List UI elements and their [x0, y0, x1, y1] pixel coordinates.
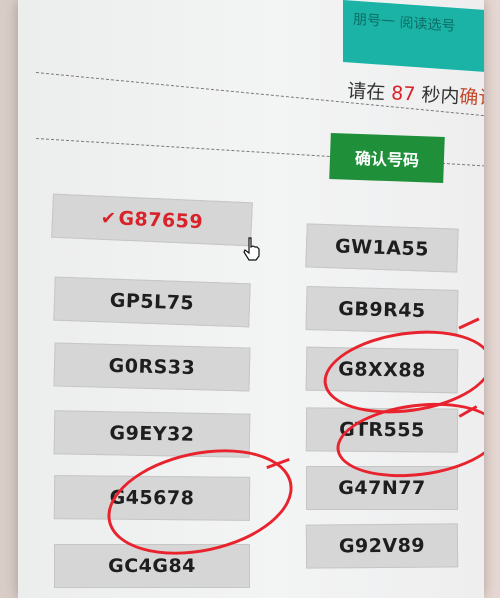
top-navigation-bar: 朋号一 阅读选号	[343, 0, 484, 74]
plate-option-label: G0RS33	[108, 354, 196, 380]
photo-background-right	[484, 0, 500, 598]
confirm-number-button[interactable]: 确认号码	[329, 133, 445, 183]
plate-option-gb9r45[interactable]: GB9R45	[305, 286, 459, 334]
plate-option-gw1a55[interactable]: GW1A55	[305, 223, 459, 273]
plate-option-label: G87659	[117, 207, 204, 234]
plate-option-g0rs33[interactable]: G0RS33	[53, 342, 251, 392]
plate-option-label: GC4G84	[108, 555, 196, 577]
plate-option-gp5l75[interactable]: GP5L75	[53, 276, 251, 328]
check-icon: ✔	[100, 207, 117, 229]
monitor-screen: 朋号一 阅读选号 请在 87 秒内确认号 确认号码 ✔ G87659 GP5L7…	[18, 0, 484, 598]
countdown-seconds: 87	[390, 82, 416, 106]
plate-option-label: GP5L75	[109, 289, 195, 315]
plate-option-label: GB9R45	[338, 297, 426, 323]
hand-pointer-icon	[243, 237, 260, 261]
top-nav-text[interactable]: 朋号一 阅读选号	[353, 9, 455, 36]
plate-option-g92v89[interactable]: G92V89	[305, 523, 459, 569]
countdown-prompt: 请在 87 秒内确认号	[347, 76, 484, 112]
prompt-suffix: 秒内	[420, 83, 460, 108]
photo-background-left	[0, 0, 18, 598]
red-circle-stroke	[458, 317, 480, 330]
plate-option-label: G92V89	[338, 534, 426, 558]
plate-option-label: G9EY32	[109, 422, 195, 446]
plate-option-label: G47N77	[338, 477, 426, 499]
prompt-prefix: 请在	[346, 79, 386, 104]
plate-option-g87659[interactable]: ✔ G87659	[51, 193, 253, 247]
plate-option-label: GW1A55	[334, 235, 430, 261]
prompt-tail: 确认号	[458, 85, 484, 111]
